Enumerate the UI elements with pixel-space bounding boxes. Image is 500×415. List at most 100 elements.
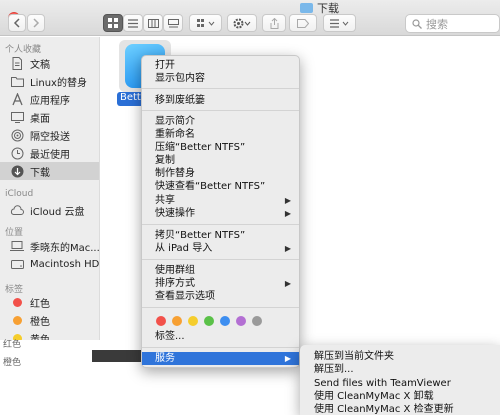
menu-item-share[interactable]: 共享 ▶ — [142, 194, 299, 207]
menu-separator — [142, 259, 299, 260]
sidebar-item-airdrop[interactable]: 隔空投送 — [0, 126, 99, 144]
menu-item-services[interactable]: 服务 ▶ — [142, 352, 299, 365]
menu-item-get-info[interactable]: 显示简介 — [142, 115, 299, 128]
sidebar-item-tag-orange[interactable]: 橙色 — [0, 311, 99, 329]
sidebar-item-label: 橙色 — [30, 316, 50, 328]
tag-green-button[interactable] — [204, 316, 214, 326]
sidebar-item-macintosh-hd[interactable]: Macintosh HD — [0, 255, 100, 273]
sidebar-item-linux-alias[interactable]: Linux的替身 — [0, 72, 99, 90]
gallery-view-button[interactable] — [163, 14, 183, 32]
tag-icon — [297, 18, 309, 28]
sidebar-item-recents[interactable]: 最近使用 — [0, 144, 99, 162]
menu-item-show-view-options[interactable]: 查看显示选项 — [142, 290, 299, 303]
desktop-icon — [10, 110, 24, 124]
sidebar-item-label: 隔空投送 — [30, 131, 70, 143]
menu-item-label: 快速操作 — [155, 208, 195, 219]
submenu-item-extract-to[interactable]: 解压到... — [300, 363, 500, 376]
laptop-icon — [10, 239, 24, 253]
tag-purple-button[interactable] — [236, 316, 246, 326]
menu-item-use-groups[interactable]: 使用群组 — [142, 264, 299, 277]
harddisk-icon — [10, 257, 24, 271]
forward-button[interactable] — [27, 14, 45, 32]
menu-item-open[interactable]: 打开 — [142, 59, 299, 72]
applications-icon — [10, 92, 24, 106]
sidebar-item-documents[interactable]: 文稿 — [0, 54, 99, 72]
search-input[interactable]: 搜索 — [405, 14, 500, 33]
submenu-arrow-icon: ▶ — [284, 244, 291, 253]
folder-icon — [300, 3, 313, 13]
submenu-item-cleanmymac-uninstall[interactable]: 使用 CleanMyMac X 卸载 — [300, 390, 500, 403]
background-label: 红色 — [3, 340, 22, 350]
share-button[interactable] — [262, 14, 286, 32]
sidebar-item-icloud-drive[interactable]: iCloud 云盘 — [0, 201, 99, 219]
sidebar-header-icloud: iCloud — [5, 189, 34, 199]
tag-yellow-button[interactable] — [188, 316, 198, 326]
sidebar-item-downloads[interactable]: 下载 — [0, 162, 99, 180]
menu-item-make-alias[interactable]: 制作替身 — [142, 167, 299, 180]
group-grid-icon — [196, 18, 214, 27]
menu-item-show-package-contents[interactable]: 显示包内容 — [142, 72, 299, 85]
menu-separator — [142, 224, 299, 225]
airdrop-icon — [10, 128, 24, 142]
folder-icon — [10, 74, 24, 88]
list-view-button[interactable] — [123, 14, 143, 32]
menu-item-move-to-trash[interactable]: 移到废纸篓 — [142, 94, 299, 107]
sidebar-item-label: Macintosh HD — [30, 258, 100, 270]
arrange-icon — [329, 18, 348, 28]
menu-separator — [142, 110, 299, 111]
tag-blue-button[interactable] — [220, 316, 230, 326]
submenu-item-extract-here[interactable]: 解压到当前文件夹 — [300, 350, 500, 363]
menu-item-quick-look[interactable]: 快速查看“Better NTFS” — [142, 180, 299, 193]
group-button[interactable] — [189, 14, 222, 32]
gear-icon — [233, 18, 251, 28]
action-button[interactable] — [227, 14, 257, 32]
submenu-arrow-icon: ▶ — [284, 354, 291, 363]
submenu-arrow-icon: ▶ — [284, 196, 291, 205]
tag-color-dot-icon — [10, 295, 24, 309]
menu-separator — [142, 347, 299, 348]
clock-icon — [10, 146, 24, 160]
submenu-arrow-icon: ▶ — [284, 209, 291, 218]
menu-item-sort-by[interactable]: 排序方式 ▶ — [142, 277, 299, 290]
tag-orange-button[interactable] — [172, 316, 182, 326]
sidebar-item-desktop[interactable]: 桌面 — [0, 108, 99, 126]
icon-view-button[interactable] — [103, 14, 123, 32]
sidebar-item-label: 下载 — [30, 167, 50, 179]
menu-item-quick-actions[interactable]: 快速操作 ▶ — [142, 207, 299, 220]
grid-icon — [108, 18, 118, 28]
tags-button[interactable] — [289, 14, 317, 32]
list-icon — [128, 18, 138, 28]
menu-item-label: 排序方式 — [155, 278, 195, 289]
menu-item-copy[interactable]: 拷贝“Better NTFS” — [142, 229, 299, 242]
tag-gray-button[interactable] — [252, 316, 262, 326]
sidebar: 个人收藏 文稿 Linux的替身 应用程序 桌面 隔空投送 最近使用 下载 iC… — [0, 37, 100, 340]
sidebar-item-label: 文稿 — [30, 59, 50, 71]
submenu-item-teamviewer[interactable]: Send files with TeamViewer — [300, 377, 500, 390]
chevron-left-icon — [13, 18, 20, 28]
search-icon — [412, 18, 422, 29]
menu-item-rename[interactable]: 重新命名 — [142, 128, 299, 141]
submenu-arrow-icon: ▶ — [284, 279, 291, 288]
sidebar-item-mac[interactable]: 季晓东的Mac... — [0, 237, 99, 255]
sidebar-item-label: iCloud 云盘 — [30, 206, 85, 218]
sidebar-item-label: Linux的替身 — [30, 77, 87, 89]
columns-icon — [147, 18, 159, 28]
menu-item-import-from-ipad[interactable]: 从 iPad 导入 ▶ — [142, 242, 299, 255]
services-submenu: 解压到当前文件夹 解压到... Send files with TeamView… — [300, 345, 500, 415]
menu-item-label: 服务 — [155, 353, 175, 364]
background-label: 橙色 — [3, 358, 22, 368]
menu-item-duplicate[interactable]: 复制 — [142, 154, 299, 167]
menu-separator — [142, 307, 299, 308]
menu-item-compress[interactable]: 压缩“Better NTFS” — [142, 141, 299, 154]
back-button[interactable] — [8, 14, 26, 32]
column-view-button[interactable] — [143, 14, 163, 32]
sidebar-item-tag-red[interactable]: 红色 — [0, 293, 99, 311]
arrange-button[interactable] — [323, 14, 356, 32]
submenu-item-cleanmymac-update[interactable]: 使用 CleanMyMac X 检查更新 — [300, 403, 500, 415]
sidebar-item-label: 最近使用 — [30, 149, 70, 161]
sidebar-item-applications[interactable]: 应用程序 — [0, 90, 99, 108]
sidebar-item-label: 应用程序 — [30, 95, 70, 107]
gallery-icon — [167, 18, 179, 27]
tag-red-button[interactable] — [156, 316, 166, 326]
menu-item-tags[interactable]: 标签... — [142, 330, 299, 343]
